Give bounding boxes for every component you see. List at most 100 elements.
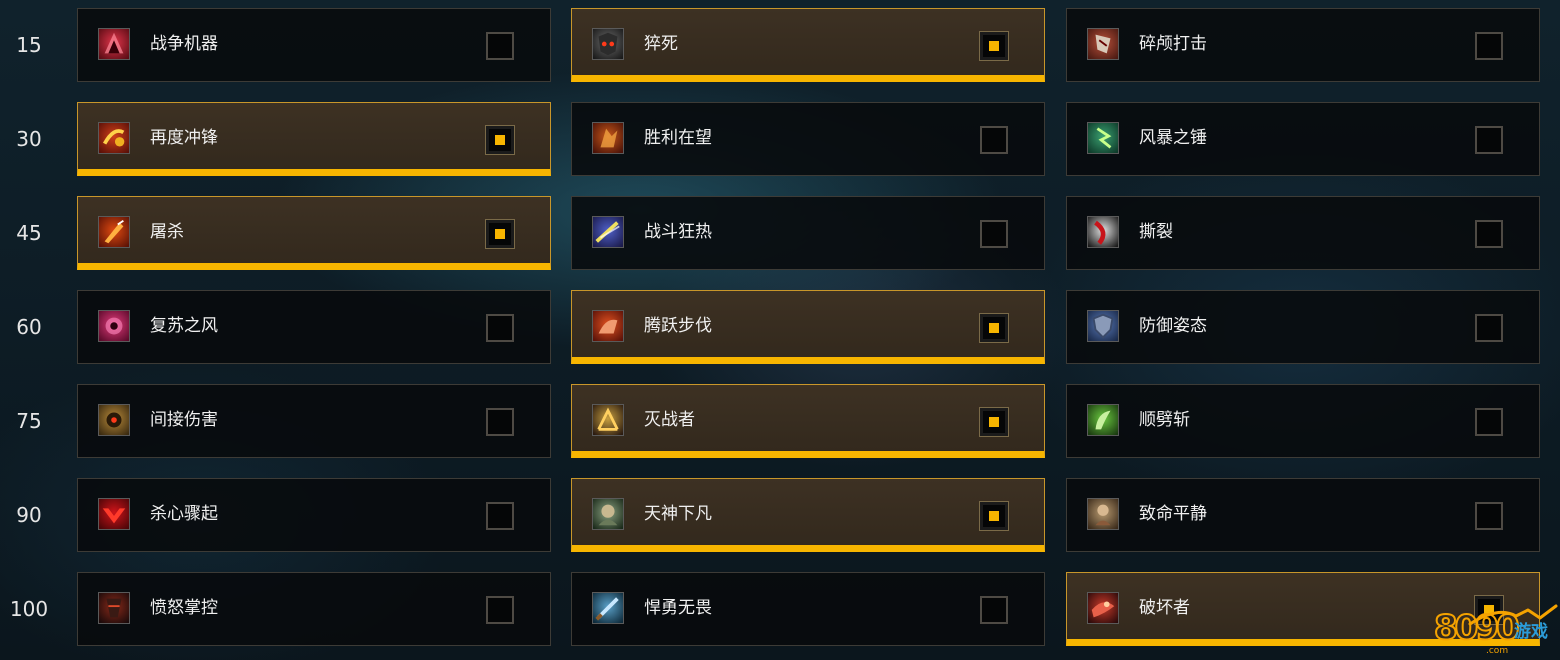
talent-name: 天神下凡 [644, 504, 712, 524]
talent-name: 致命平静 [1139, 504, 1207, 524]
warbreaker-icon [592, 404, 624, 436]
talent-name: 风暴之锤 [1139, 128, 1207, 148]
talent-option[interactable]: 战斗狂热 [571, 196, 1045, 270]
talent-name: 愤怒掌控 [150, 598, 218, 618]
talent-name: 再度冲锋 [150, 128, 218, 148]
talent-name: 胜利在望 [644, 128, 712, 148]
deadly-calm-icon [1087, 498, 1119, 530]
talent-checkbox[interactable] [1475, 502, 1503, 530]
talent-checkbox[interactable] [486, 314, 514, 342]
talent-name: 悍勇无畏 [644, 598, 712, 618]
collateral-damage-icon [98, 404, 130, 436]
talent-tier-row: 复苏之风 腾跃步伐 防御姿态 [77, 290, 1540, 364]
talent-checkbox[interactable] [980, 596, 1008, 624]
tier-level-label: 45 [16, 221, 42, 245]
talent-checkbox[interactable] [486, 32, 514, 60]
anger-management-icon [98, 592, 130, 624]
talent-name: 灭战者 [644, 410, 695, 430]
talent-tier-row: 战争机器 猝死 碎颅打击 [77, 8, 1540, 82]
talent-tier-row: 屠杀 战斗狂热 撕裂 [77, 196, 1540, 270]
talent-checkbox[interactable] [1475, 220, 1503, 248]
talent-name: 碎颅打击 [1139, 34, 1207, 54]
talent-tier-row: 愤怒掌控 悍勇无畏 破坏者 [77, 572, 1540, 646]
talent-checkbox[interactable] [486, 502, 514, 530]
talent-option[interactable]: 撕裂 [1066, 196, 1540, 270]
talent-name: 复苏之风 [150, 316, 218, 336]
talent-checkbox-checked[interactable] [485, 219, 515, 249]
watermark-text: 游戏 [1514, 622, 1548, 642]
talent-name: 间接伤害 [150, 410, 218, 430]
second-wind-icon [98, 310, 130, 342]
talent-option[interactable]: 再度冲锋 [77, 102, 551, 176]
talent-checkbox[interactable] [980, 220, 1008, 248]
talent-name: 杀心骤起 [150, 504, 218, 524]
ravager-icon [1087, 592, 1119, 624]
avatar-icon [592, 498, 624, 530]
talent-tier-row: 再度冲锋 胜利在望 风暴之锤 [77, 102, 1540, 176]
defensive-stance-icon [1087, 310, 1119, 342]
talent-option[interactable]: 屠杀 [77, 196, 551, 270]
talent-option[interactable]: 战争机器 [77, 8, 551, 82]
talent-name: 腾跃步伐 [644, 316, 712, 336]
talent-option[interactable]: 风暴之锤 [1066, 102, 1540, 176]
tier-level-label: 15 [16, 33, 42, 57]
impending-victory-icon [592, 122, 624, 154]
talent-name: 撕裂 [1139, 222, 1173, 242]
skullsplitter-icon [1087, 28, 1119, 60]
watermark-digits: 8090 [1433, 607, 1521, 649]
talent-option[interactable]: 猝死 [571, 8, 1045, 82]
talent-option[interactable]: 愤怒掌控 [77, 572, 551, 646]
talent-checkbox[interactable] [1475, 126, 1503, 154]
watermark-domain: .com [1486, 646, 1509, 656]
talent-option[interactable]: 胜利在望 [571, 102, 1045, 176]
talent-name: 屠杀 [150, 222, 184, 242]
talent-option[interactable]: 顺劈斩 [1066, 384, 1540, 458]
talent-tier-row: 杀心骤起 天神下凡 致命平静 [77, 478, 1540, 552]
talent-checkbox-checked[interactable] [979, 407, 1009, 437]
massacre-icon [98, 216, 130, 248]
talent-name: 战斗狂热 [644, 222, 712, 242]
talent-checkbox-checked[interactable] [979, 31, 1009, 61]
talent-option[interactable]: 灭战者 [571, 384, 1045, 458]
talent-name: 顺劈斩 [1139, 410, 1190, 430]
talent-option[interactable]: 间接伤害 [77, 384, 551, 458]
war-machine-icon [98, 28, 130, 60]
talent-option[interactable]: 杀心骤起 [77, 478, 551, 552]
talent-option[interactable]: 腾跃步伐 [571, 290, 1045, 364]
in-for-the-kill-icon [98, 498, 130, 530]
talent-checkbox[interactable] [980, 126, 1008, 154]
talent-option[interactable]: 防御姿态 [1066, 290, 1540, 364]
rend-icon [1087, 216, 1119, 248]
talent-name: 破坏者 [1139, 598, 1190, 618]
talent-option[interactable]: 悍勇无畏 [571, 572, 1045, 646]
talent-name: 猝死 [644, 34, 678, 54]
talent-checkbox[interactable] [1475, 314, 1503, 342]
talent-option[interactable]: 致命平静 [1066, 478, 1540, 552]
fervor-of-battle-icon [592, 216, 624, 248]
talent-checkbox-checked[interactable] [979, 501, 1009, 531]
talent-option[interactable]: 复苏之风 [77, 290, 551, 364]
talent-option[interactable]: 碎颅打击 [1066, 8, 1540, 82]
talent-checkbox[interactable] [486, 596, 514, 624]
sudden-death-icon [592, 28, 624, 60]
bounding-stride-icon [592, 310, 624, 342]
talent-option[interactable]: 天神下凡 [571, 478, 1045, 552]
talent-checkbox[interactable] [1475, 408, 1503, 436]
dreadnaught-icon [592, 592, 624, 624]
cleave-icon [1087, 404, 1119, 436]
double-charge-icon [98, 122, 130, 154]
tier-level-label: 90 [16, 503, 42, 527]
talent-checkbox[interactable] [486, 408, 514, 436]
talent-checkbox[interactable] [1475, 32, 1503, 60]
tier-level-label: 60 [16, 315, 42, 339]
site-watermark: 8090 游戏 .com [1428, 600, 1560, 660]
talent-name: 防御姿态 [1139, 316, 1207, 336]
tier-level-label: 100 [9, 597, 49, 621]
talent-checkbox-checked[interactable] [485, 125, 515, 155]
talent-checkbox-checked[interactable] [979, 313, 1009, 343]
storm-bolt-icon [1087, 122, 1119, 154]
talent-name: 战争机器 [150, 34, 218, 54]
tier-level-label: 30 [16, 127, 42, 151]
talent-tier-row: 间接伤害 灭战者 顺劈斩 [77, 384, 1540, 458]
tier-level-label: 75 [16, 409, 42, 433]
